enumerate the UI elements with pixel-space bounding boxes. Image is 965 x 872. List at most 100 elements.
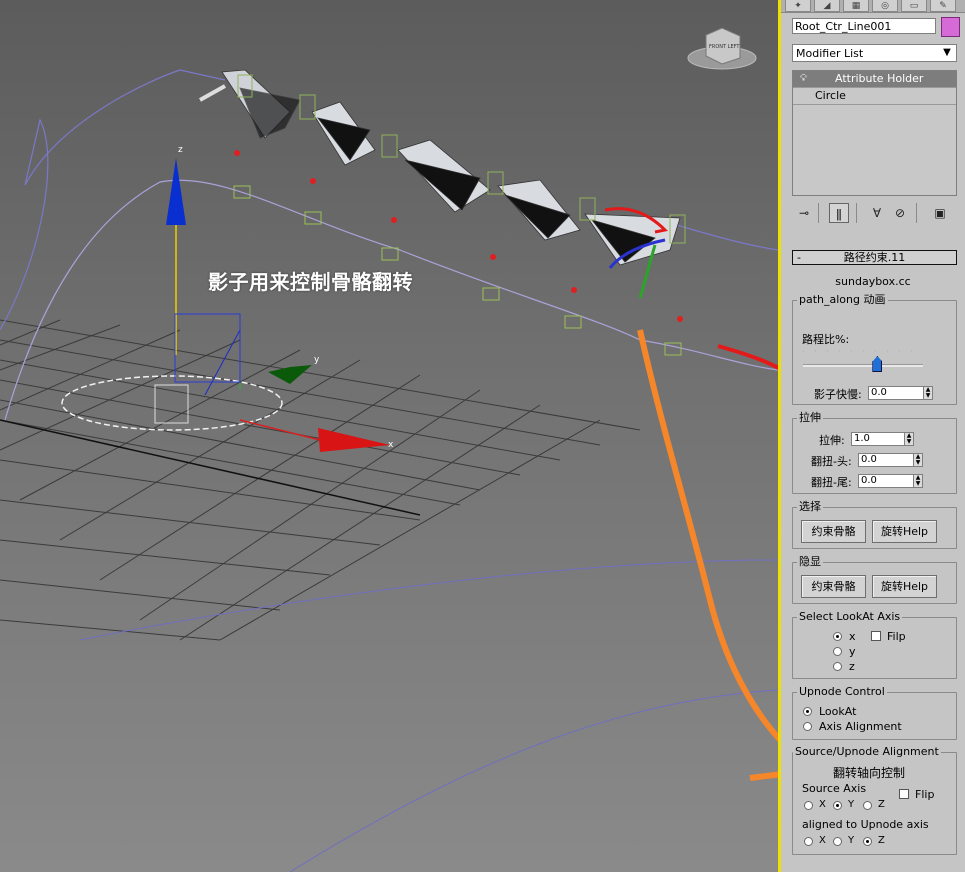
twist-tail-value[interactable]: 0.0 bbox=[858, 474, 914, 488]
select-rotate-help-button[interactable]: 旋转Help bbox=[872, 520, 937, 543]
ground-grid bbox=[0, 319, 641, 641]
pin-stack-icon[interactable]: ⊸ bbox=[794, 203, 814, 223]
stack-item-label: Attribute Holder bbox=[835, 72, 924, 85]
shadow-speed-spinner[interactable]: 0.0 ▲ ▼ bbox=[868, 386, 933, 400]
lookat-y-label: y bbox=[849, 645, 856, 658]
upnode-z-label: Z bbox=[878, 835, 885, 846]
source-z-label: Z bbox=[878, 799, 885, 810]
motion-tab-icon[interactable]: ◎ bbox=[872, 0, 898, 12]
lookat-flip-label: Filp bbox=[887, 630, 906, 643]
modifier-stack: 💡︎ Attribute Holder Circle bbox=[792, 70, 957, 196]
twist-tail-spinner[interactable]: 0.0 ▲ ▼ bbox=[858, 474, 923, 488]
y-axis-label: y bbox=[314, 355, 320, 365]
utilities-tab-icon[interactable]: ✎ bbox=[930, 0, 956, 12]
bone-chain bbox=[221, 69, 681, 266]
source-x-label: X bbox=[819, 799, 826, 810]
ratio-label: 路程比%: bbox=[802, 333, 850, 346]
lookat-flip-checkbox[interactable] bbox=[871, 631, 881, 641]
hide-constrain-bones-button[interactable]: 约束骨骼 bbox=[801, 575, 866, 598]
select-constrain-bones-button[interactable]: 约束骨骼 bbox=[801, 520, 866, 543]
group-title: Upnode Control bbox=[797, 685, 887, 699]
source-y-label: Y bbox=[848, 799, 855, 810]
hide-rotate-help-button[interactable]: 旋转Help bbox=[872, 575, 937, 598]
twist-head-spinner[interactable]: 0.0 ▲ ▼ bbox=[858, 453, 923, 467]
lookat-y-radio[interactable] bbox=[833, 647, 842, 656]
upnode-x-radio[interactable] bbox=[804, 837, 813, 846]
upnode-lookat-radio[interactable] bbox=[803, 707, 812, 716]
rollout-path-constraint-header[interactable]: - 路径约束.11 bbox=[792, 250, 957, 265]
source-flip-checkbox[interactable] bbox=[899, 789, 909, 799]
spinner-arrows-icon[interactable]: ▲ ▼ bbox=[905, 432, 914, 446]
group-title: Select LookAt Axis bbox=[797, 610, 903, 624]
x-axis-cone bbox=[318, 428, 390, 452]
object-name-field[interactable]: Root_Ctr_Line001 bbox=[792, 18, 936, 34]
show-end-result-icon[interactable]: ǁ bbox=[829, 203, 849, 223]
source-axis-label: Source Axis bbox=[802, 782, 867, 795]
viewcube-label: FRONT LEFT bbox=[709, 44, 740, 50]
y-axis-cone bbox=[268, 365, 312, 384]
group-title: Source/Upnode Alignment bbox=[793, 745, 941, 759]
upnode-axis-alignment-label: Axis Alignment bbox=[819, 720, 902, 733]
remove-modifier-icon[interactable]: ⊘ bbox=[890, 203, 910, 223]
rollout-title: 路径约束.11 bbox=[843, 251, 906, 264]
z-axis-label: z bbox=[178, 145, 183, 155]
object-color-swatch[interactable] bbox=[941, 17, 960, 37]
group-lookat-axis: Select LookAt Axis bbox=[792, 610, 957, 679]
alignment-subtitle: 翻转轴向控制 bbox=[833, 766, 906, 780]
modify-tab-icon[interactable]: ◢ bbox=[814, 0, 840, 12]
lightbulb-icon[interactable]: 💡︎ bbox=[800, 73, 809, 84]
twist-tail-label: 翻扭-尾: bbox=[811, 476, 852, 489]
spinner-arrows-icon[interactable]: ▲ ▼ bbox=[914, 453, 923, 467]
upnode-x-label: X bbox=[819, 835, 826, 846]
credit-text: sundaybox.cc bbox=[835, 275, 911, 288]
modifier-list-label: Modifier List bbox=[796, 47, 864, 60]
upnode-y-radio[interactable] bbox=[833, 837, 842, 846]
chevron-down-icon: ▼ bbox=[943, 47, 951, 58]
twist-head-value[interactable]: 0.0 bbox=[858, 453, 914, 467]
group-title: 隐显 bbox=[797, 555, 823, 569]
stretch-label: 拉伸: bbox=[819, 434, 845, 447]
source-x-radio[interactable] bbox=[804, 801, 813, 810]
hierarchy-tab-icon[interactable]: ▦ bbox=[843, 0, 869, 12]
viewport-perspective[interactable]: z x y FRONT LEFT 影子用来控制骨骼翻转 bbox=[0, 0, 778, 872]
stretch-value[interactable]: 1.0 bbox=[851, 432, 905, 446]
viewport-caption: 影子用来控制骨骼翻转 bbox=[208, 270, 413, 294]
stack-item-circle[interactable]: Circle bbox=[793, 88, 956, 105]
source-y-radio[interactable] bbox=[833, 801, 842, 810]
configure-sets-icon[interactable]: ▣ bbox=[930, 203, 950, 223]
create-tab-icon[interactable]: ✦ bbox=[785, 0, 811, 12]
group-title: 选择 bbox=[797, 500, 823, 514]
lookat-z-label: z bbox=[849, 660, 855, 673]
upnode-y-label: Y bbox=[848, 835, 855, 846]
spinner-arrows-icon[interactable]: ▲ ▼ bbox=[914, 474, 923, 488]
command-panel: ✦ ◢ ▦ ◎ ▭ ✎ Root_Ctr_Line001 Modifier Li… bbox=[781, 0, 965, 872]
display-tab-icon[interactable]: ▭ bbox=[901, 0, 927, 12]
upnode-axis-label: aligned to Upnode axis bbox=[802, 818, 929, 831]
source-z-radio[interactable] bbox=[863, 801, 872, 810]
lookat-x-label: x bbox=[849, 630, 856, 643]
shadow-speed-value[interactable]: 0.0 bbox=[868, 386, 924, 400]
lookat-x-radio[interactable] bbox=[833, 632, 842, 641]
group-title: path_along 动画 bbox=[797, 293, 888, 307]
upnode-axis-alignment-radio[interactable] bbox=[803, 722, 812, 731]
path-ratio-slider[interactable] bbox=[803, 364, 923, 367]
make-unique-icon[interactable]: ∀ bbox=[867, 203, 887, 223]
slider-ticks bbox=[803, 350, 923, 352]
spinner-arrows-icon[interactable]: ▲ ▼ bbox=[924, 386, 933, 400]
viewcube[interactable]: FRONT LEFT bbox=[687, 27, 757, 70]
stack-item-attribute-holder[interactable]: 💡︎ Attribute Holder bbox=[793, 71, 956, 88]
stretch-spinner[interactable]: 1.0 ▲ ▼ bbox=[851, 432, 914, 446]
shadow-speed-label: 影子快慢: bbox=[814, 388, 862, 401]
command-panel-tabs: ✦ ◢ ▦ ◎ ▭ ✎ bbox=[781, 0, 965, 13]
twist-head-label: 翻扭-头: bbox=[811, 455, 852, 468]
lookat-z-radio[interactable] bbox=[833, 662, 842, 671]
scene-canvas: z x y FRONT LEFT bbox=[0, 27, 778, 872]
source-flip-label: Flip bbox=[915, 788, 935, 801]
upnode-z-radio[interactable] bbox=[863, 837, 872, 846]
group-title: 拉伸 bbox=[797, 411, 823, 425]
z-axis-cone bbox=[166, 158, 186, 225]
x-axis-label: x bbox=[388, 440, 394, 450]
modifier-list-dropdown[interactable]: Modifier List ▼ bbox=[792, 44, 957, 62]
stack-item-label: Circle bbox=[815, 89, 846, 102]
upnode-lookat-label: LookAt bbox=[819, 705, 857, 718]
